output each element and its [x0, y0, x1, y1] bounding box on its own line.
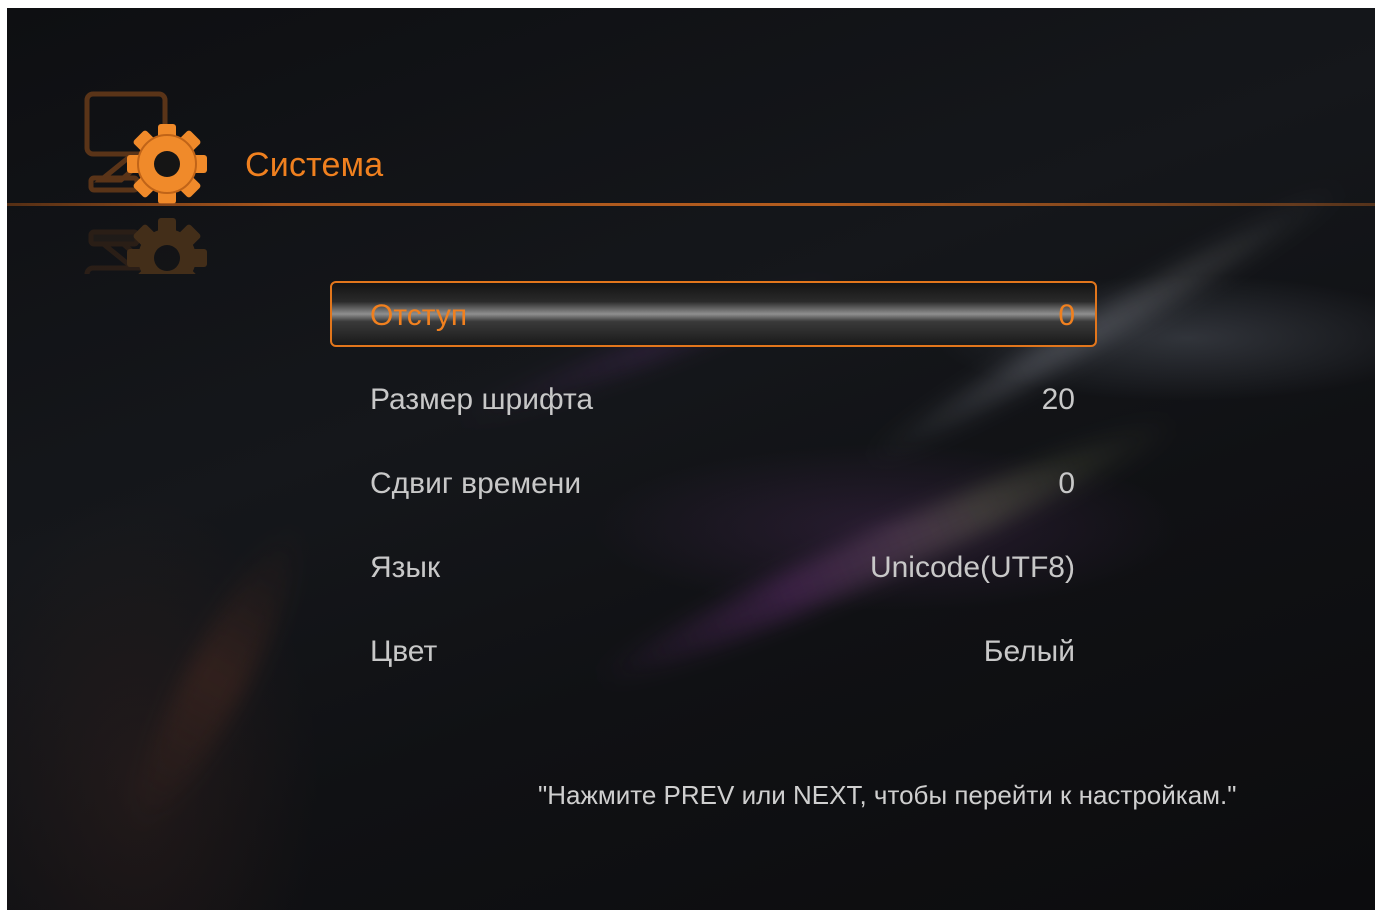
setting-value: 0: [1058, 467, 1075, 500]
setting-label: Цвет: [370, 635, 438, 668]
setting-value: Белый: [983, 635, 1075, 668]
setting-label: Язык: [370, 551, 441, 584]
setting-row-language[interactable]: Язык Unicode(UTF8): [330, 533, 1097, 599]
setting-label: Отступ: [370, 299, 468, 332]
header-divider: [7, 203, 1375, 206]
page-title: Система: [245, 146, 384, 184]
setting-row-time-shift[interactable]: Сдвиг времени 0: [330, 449, 1097, 515]
setting-value: Unicode(UTF8): [869, 551, 1075, 584]
setting-label: Сдвиг времени: [370, 467, 582, 500]
setting-row-indent[interactable]: Отступ 0: [330, 281, 1097, 347]
setting-value: 0: [1058, 299, 1075, 332]
navigation-hint: "Нажмите PREV или NEXT, чтобы перейти к …: [538, 780, 1237, 810]
setting-value: 20: [1041, 383, 1075, 416]
setting-row-font-size[interactable]: Размер шрифта 20: [330, 365, 1097, 431]
system-settings-icon: [83, 90, 207, 208]
background-light-streak: [110, 513, 324, 843]
setting-label: Размер шрифта: [370, 383, 594, 416]
setting-row-color[interactable]: Цвет Белый: [330, 617, 1097, 683]
settings-screen: Система Отступ 0 Размер шрифта 20 Сдвиг …: [7, 8, 1375, 910]
settings-list: Отступ 0 Размер шрифта 20 Сдвиг времени …: [330, 281, 1097, 701]
system-settings-icon-reflection: [83, 214, 207, 274]
